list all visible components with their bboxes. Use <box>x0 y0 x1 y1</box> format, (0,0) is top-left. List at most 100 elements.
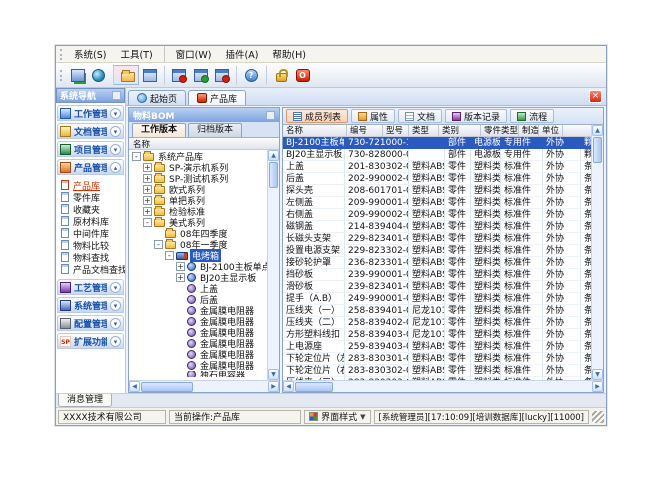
content-tab[interactable]: 成员列表 <box>286 109 348 123</box>
sidebar-item[interactable]: 中间件库 <box>61 227 124 239</box>
message-panel-tab[interactable]: 消息管理 <box>58 394 112 407</box>
content-tab[interactable]: 流程 <box>510 109 554 123</box>
ui-style-dropdown[interactable]: 界面样式 ▼ <box>304 410 370 424</box>
scroll-thumb[interactable] <box>295 382 333 392</box>
sidebar-item[interactable]: 物料查找 <box>61 251 124 263</box>
tree-vertical-scrollbar[interactable]: ▲ ▼ <box>267 150 279 380</box>
table-row[interactable]: 方形塑料线扣 258-839403-00X 尼龙1010 零件 塑料类 标准件 … <box>283 329 591 341</box>
scroll-up-icon[interactable]: ▲ <box>268 150 279 161</box>
expander-icon[interactable] <box>176 317 185 326</box>
expander-icon[interactable] <box>165 251 174 260</box>
sidebar-item[interactable]: 产品库 <box>61 179 124 191</box>
toolbar-button[interactable] <box>67 65 88 85</box>
toolbar-button[interactable] <box>139 65 160 85</box>
expander-icon[interactable] <box>176 350 185 359</box>
resize-grip[interactable] <box>592 411 604 423</box>
sidebar-item[interactable]: 零件库 <box>61 191 124 203</box>
expander-icon[interactable] <box>176 339 185 348</box>
table-horizontal-scrollbar[interactable]: ◀ ▶ <box>283 380 603 392</box>
tree-node[interactable]: 独石电容器 <box>129 371 267 377</box>
scroll-right-icon[interactable]: ▶ <box>592 381 603 392</box>
table-row[interactable]: 下轮定位片（左） 283-830301-00X 塑料ABS 零件 塑料类 标准件… <box>283 353 591 365</box>
column-header[interactable]: 型号 <box>383 125 409 136</box>
scroll-up-icon[interactable]: ▲ <box>592 125 603 136</box>
toolbar-button[interactable] <box>164 65 190 85</box>
table-row[interactable]: 上盖 201-830302-00X 塑料ABS 零件 塑料类 标准件 外协 条 <box>283 161 591 173</box>
table-row[interactable]: 长磁头支架 229-823401-00X 塑料ABS 零件 塑料类 标准件 外协… <box>283 233 591 245</box>
toolbar-button[interactable] <box>266 65 292 85</box>
table-row[interactable]: 压线夹（二） 258-839402-00X 尼龙1010 零件 塑料类 标准件 … <box>283 317 591 329</box>
table-row[interactable]: 右侧盖 209-990002-01X 塑料ABS 零件 塑料类 标准件 外协 条 <box>283 209 591 221</box>
document-tab[interactable]: 产品库 <box>188 90 246 105</box>
column-header[interactable]: 制造方式 <box>519 125 539 136</box>
table-row[interactable]: 投置电源支架 229-823302-00X 塑料ABS 零件 塑料类 标准件 外… <box>283 245 591 257</box>
panel-options-icon[interactable] <box>266 111 275 120</box>
column-header[interactable]: 编号 <box>347 125 383 136</box>
table-row[interactable]: 探头壳 208-601701-01X 塑料ABS 零件 塑料类 标准件 外协 条 <box>283 185 591 197</box>
scroll-down-icon[interactable]: ▼ <box>268 369 279 380</box>
sidebar-item[interactable]: 收藏夹 <box>61 203 124 215</box>
tree-node[interactable]: 金属膜电阻器 <box>129 360 267 371</box>
expander-icon[interactable] <box>143 163 152 172</box>
toolbar-button[interactable] <box>292 65 313 85</box>
sidebar-group[interactable]: 工作管理 <box>57 105 124 121</box>
expander-icon[interactable] <box>143 218 152 227</box>
sidebar-group[interactable]: 项目管理 <box>57 141 124 157</box>
sidebar-group-products[interactable]: 产品管理 <box>57 159 124 175</box>
sidebar-group[interactable]: 系统管理 <box>57 297 124 313</box>
table-row[interactable]: BJ-2100主板单点 730-721000-12X 部件 电源板 专用件 外协… <box>283 137 591 149</box>
scroll-left-icon[interactable]: ◀ <box>129 381 140 392</box>
expander-icon[interactable] <box>176 371 185 377</box>
chevron-down-icon[interactable] <box>110 108 121 119</box>
expander-icon[interactable] <box>176 262 185 271</box>
table-vertical-scrollbar[interactable]: ▲ ▼ <box>591 125 603 380</box>
expander-icon[interactable] <box>176 328 185 337</box>
menu-item[interactable]: 帮助(H) <box>265 46 313 62</box>
toolbar-button[interactable] <box>190 65 211 85</box>
table-row[interactable]: 左侧盖 209-990001-01X 塑料ABS 零件 塑料类 标准件 外协 条 <box>283 197 591 209</box>
expander-icon[interactable] <box>176 295 185 304</box>
table-row[interactable]: 压线夹（一） 258-839401-00X 尼龙1010 零件 塑料类 标准件 … <box>283 305 591 317</box>
chevron-up-icon[interactable] <box>110 162 121 173</box>
table-row[interactable]: 滑砂板 239-823401-00X 塑料ABS 零件 塑料类 标准件 外协 条 <box>283 281 591 293</box>
toolbar-button[interactable] <box>211 65 232 85</box>
column-header[interactable]: 名称 <box>283 125 347 136</box>
expander-icon[interactable] <box>143 196 152 205</box>
pin-icon[interactable] <box>112 91 121 100</box>
sidebar-group[interactable]: 配置管理 <box>57 315 124 331</box>
toolbar-button[interactable] <box>236 65 262 85</box>
content-tab[interactable]: 属性 <box>351 109 395 123</box>
table-row[interactable]: 上电源座 259-839403-00X 塑料ABS 零件 塑料类 标准件 外协 … <box>283 341 591 353</box>
scroll-thumb[interactable] <box>593 137 602 163</box>
chevron-down-icon[interactable] <box>110 336 121 347</box>
scroll-left-icon[interactable]: ◀ <box>283 381 294 392</box>
expander-icon[interactable] <box>176 284 185 293</box>
expander-icon[interactable] <box>143 185 152 194</box>
column-header[interactable]: 类型 <box>409 125 439 136</box>
toolbar-button[interactable] <box>113 65 139 85</box>
sidebar-group[interactable]: SP 扩展功能 <box>57 333 124 349</box>
version-tab[interactable]: 归档版本 <box>188 123 242 137</box>
menubar-grip[interactable] <box>60 49 63 60</box>
table-row[interactable]: BJ20主显示板 730-828000-04X 部件 电源板 专用件 外协 颗 <box>283 149 591 161</box>
expander-icon[interactable] <box>154 229 163 238</box>
table-row[interactable]: 挡砂板 239-990001-01X 塑料ABS 零件 塑料类 标准件 外协 条 <box>283 269 591 281</box>
version-tab[interactable]: 工作版本 <box>132 123 186 137</box>
expander-icon[interactable] <box>176 306 185 315</box>
column-header[interactable]: 单位 <box>539 125 563 136</box>
chevron-down-icon[interactable] <box>110 300 121 311</box>
column-header[interactable]: 零件类型 <box>481 125 519 136</box>
table-row[interactable]: 磁钢盖 214-839404-01X 塑料ABS 零件 塑料类 标准件 外协 条 <box>283 221 591 233</box>
close-icon[interactable]: × <box>589 90 602 103</box>
toolbar-grip[interactable] <box>60 70 63 81</box>
expander-icon[interactable] <box>176 361 185 370</box>
content-tab[interactable]: 版本记录 <box>445 109 507 123</box>
column-header[interactable]: 类别 <box>439 125 481 136</box>
tree-horizontal-scrollbar[interactable]: ◀ ▶ <box>129 380 279 392</box>
menu-item[interactable]: 插件(A) <box>218 46 265 62</box>
menu-item[interactable]: 窗口(W) <box>164 46 219 62</box>
document-tab[interactable]: 起始页 <box>128 90 186 105</box>
table-row[interactable]: 提手（A.B） 249-990001-01X 塑料ABS 零件 塑料类 标准件 … <box>283 293 591 305</box>
expander-icon[interactable] <box>143 207 152 216</box>
toolbar-button[interactable] <box>88 65 109 85</box>
